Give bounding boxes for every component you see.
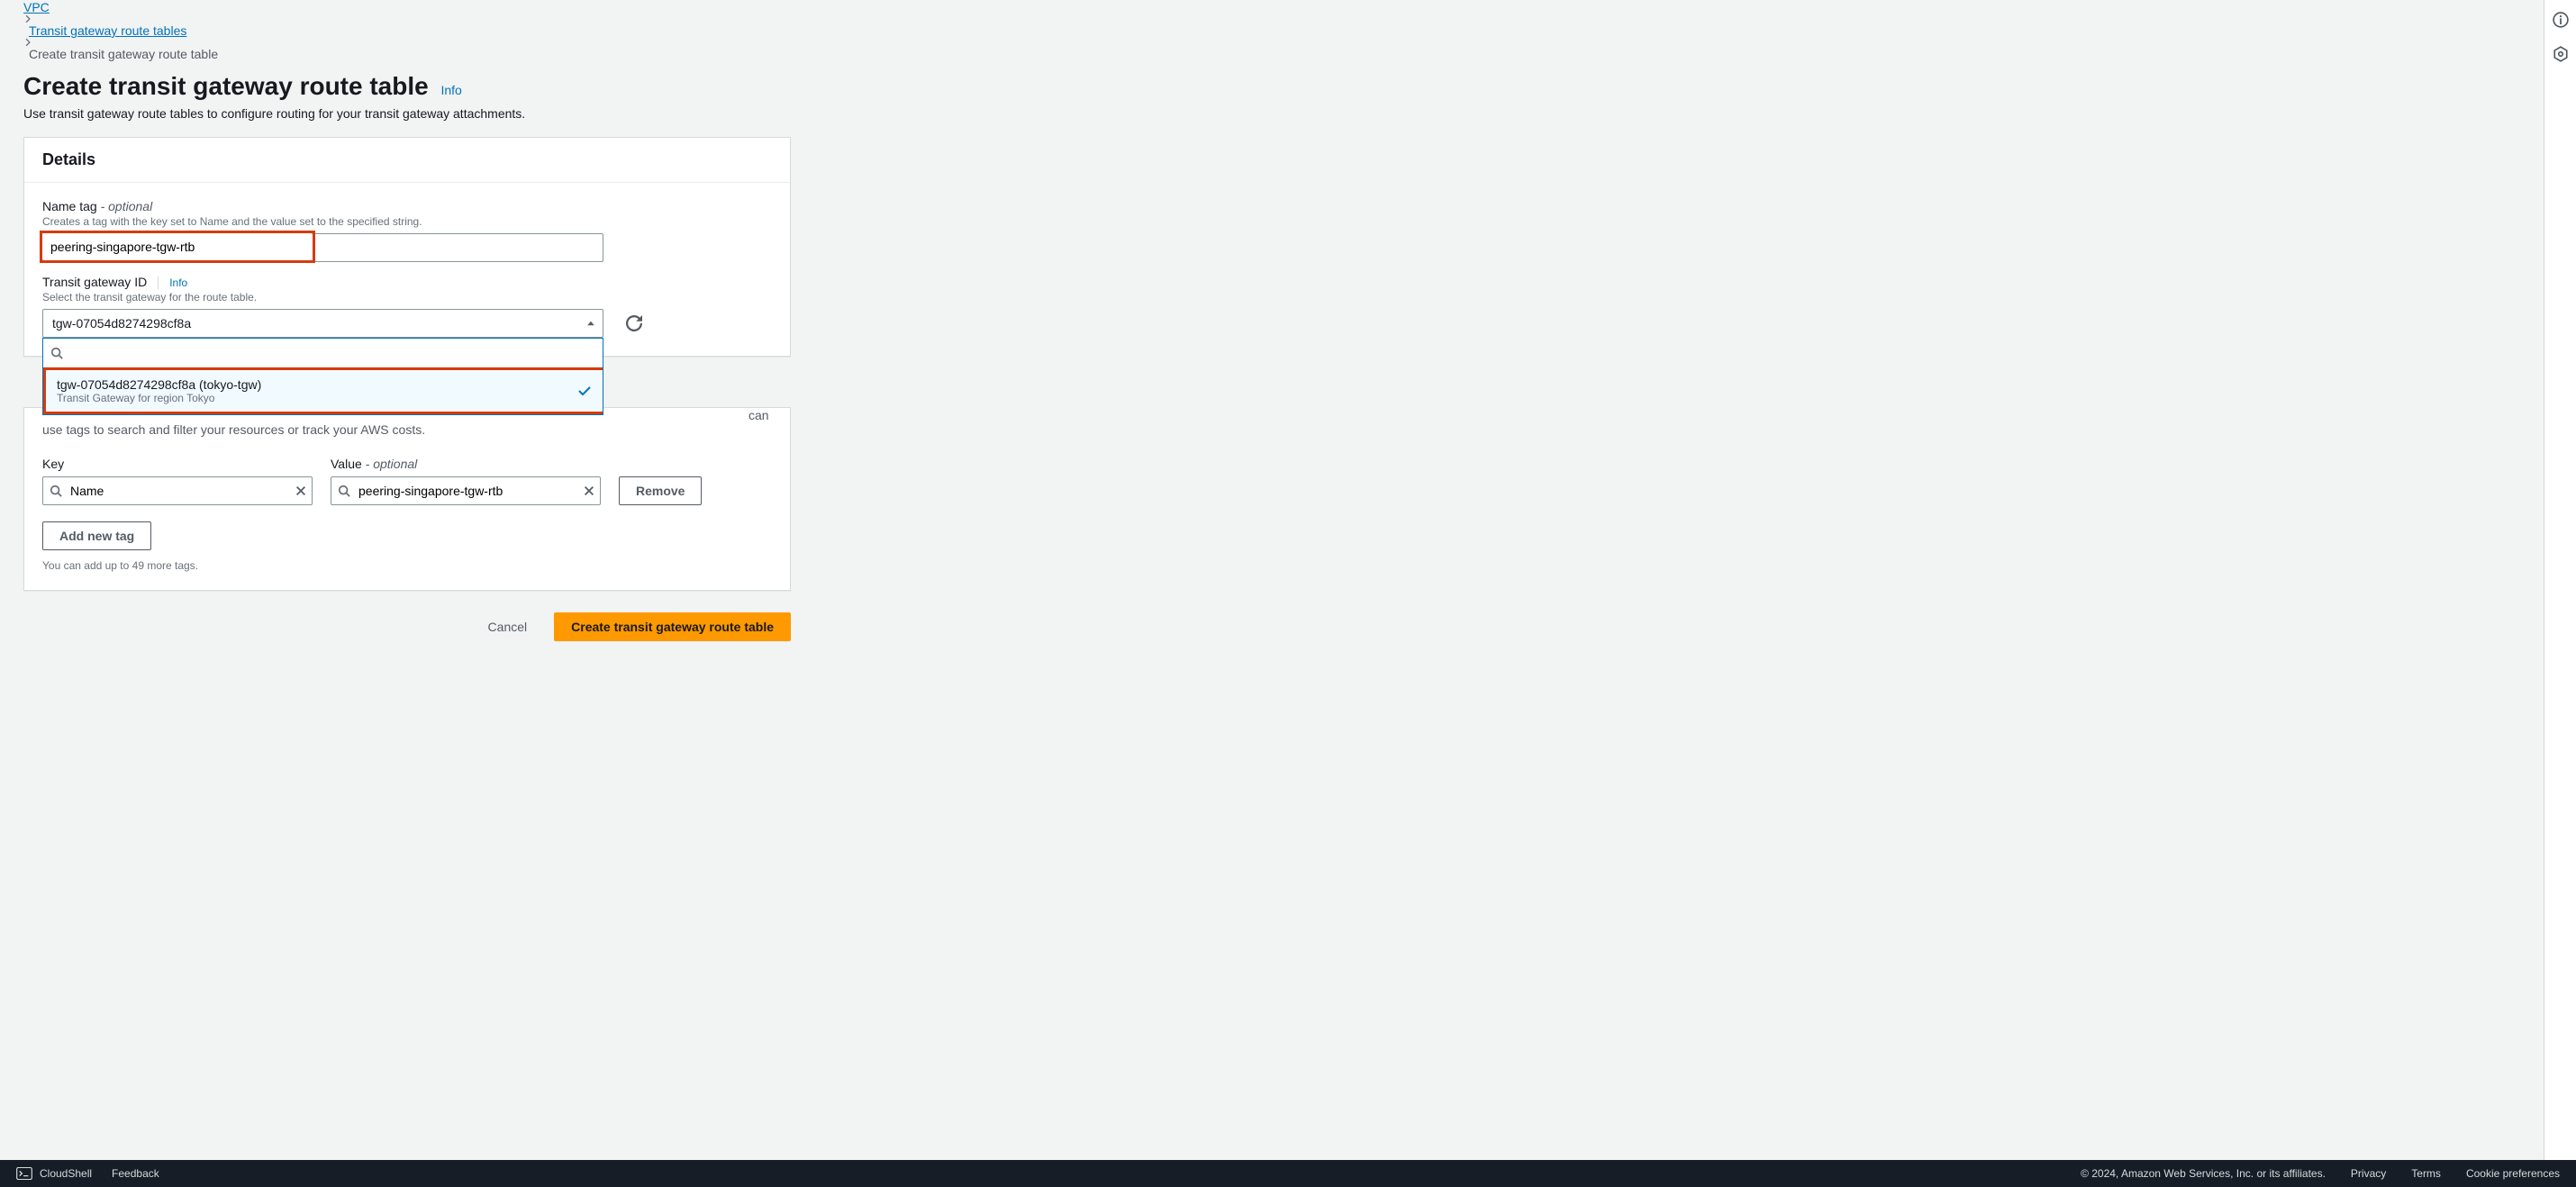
breadcrumb-route-tables[interactable]: Transit gateway route tables [29,23,186,38]
copyright-text: © 2024, Amazon Web Services, Inc. or its… [2081,1167,2326,1180]
chevron-right-icon [23,38,791,47]
breadcrumb-vpc[interactable]: VPC [23,0,50,14]
add-new-tag-button[interactable]: Add new tag [42,521,151,550]
name-tag-label: Name tag [42,199,97,213]
tgw-option-main: tgw-07054d8274298cf8a (tokyo-tgw) [57,377,261,392]
optional-label: - optional [362,457,417,471]
tgw-option[interactable]: tgw-07054d8274298cf8a (tokyo-tgw) Transi… [43,367,603,414]
details-heading: Details [24,138,790,183]
search-icon [338,485,350,497]
right-help-rail [2544,0,2576,1160]
search-icon [50,485,62,497]
cloudshell-icon [16,1167,32,1180]
tgw-id-hint: Select the transit gateway for the route… [42,291,772,304]
create-route-table-button[interactable]: Create transit gateway route table [554,612,791,641]
terms-link[interactable]: Terms [2411,1167,2441,1180]
details-panel: Details Name tag - optional Creates a ta… [23,137,791,357]
tag-value-input[interactable] [331,476,601,505]
privacy-link[interactable]: Privacy [2351,1167,2386,1180]
chevron-right-icon [23,14,791,23]
caret-up-icon [585,318,596,329]
remove-tag-button[interactable]: Remove [619,476,702,505]
clear-icon[interactable] [583,485,595,497]
info-icon[interactable] [2546,5,2575,34]
page-title: Create transit gateway route table Info [23,65,791,106]
cookie-preferences-link[interactable]: Cookie preferences [2466,1167,2560,1180]
settings-hex-icon[interactable] [2546,40,2575,68]
page-description: Use transit gateway route tables to conf… [23,106,791,137]
tgw-selected-value: tgw-07054d8274298cf8a [52,316,191,331]
footer: CloudShell Feedback © 2024, Amazon Web S… [0,1160,2576,1187]
feedback-link[interactable]: Feedback [112,1167,159,1180]
clear-icon[interactable] [295,485,307,497]
optional-label: - optional [97,199,152,213]
breadcrumb: VPC Transit gateway route tables Create … [23,0,791,65]
info-link[interactable]: Info [440,83,461,97]
name-tag-input[interactable] [42,233,313,260]
info-link[interactable]: Info [169,276,187,289]
tag-limit-text: You can add up to 49 more tags. [42,559,772,572]
tgw-option-sub: Transit Gateway for region Tokyo [57,392,261,404]
cancel-button[interactable]: Cancel [472,612,544,641]
cloudshell-label: CloudShell [40,1167,92,1180]
tgw-dropdown-search[interactable] [68,346,595,360]
tgw-dropdown: tgw-07054d8274298cf8a (tokyo-tgw) Transi… [42,338,603,415]
tag-key-label: Key [42,457,313,471]
tgw-id-select[interactable]: tgw-07054d8274298cf8a [42,309,603,338]
cloudshell-button[interactable]: CloudShell [16,1167,92,1180]
breadcrumb-current: Create transit gateway route table [29,47,218,61]
search-icon [50,347,63,359]
tag-value-label: Value [331,457,362,471]
tags-panel: xxxxxxxxxxxxxxxxxxxxxxxxxxxxxxxxxxxxxxxx… [23,407,791,591]
tgw-id-label: Transit gateway ID [42,275,147,289]
check-icon [577,384,592,398]
name-tag-field: Name tag - optional Creates a tag with t… [42,199,772,262]
name-tag-hint: Creates a tag with the key set to Name a… [42,215,772,228]
refresh-button[interactable] [620,309,649,338]
tag-key-input[interactable] [42,476,313,505]
transit-gateway-id-field: Transit gateway ID Info Select the trans… [42,275,772,338]
